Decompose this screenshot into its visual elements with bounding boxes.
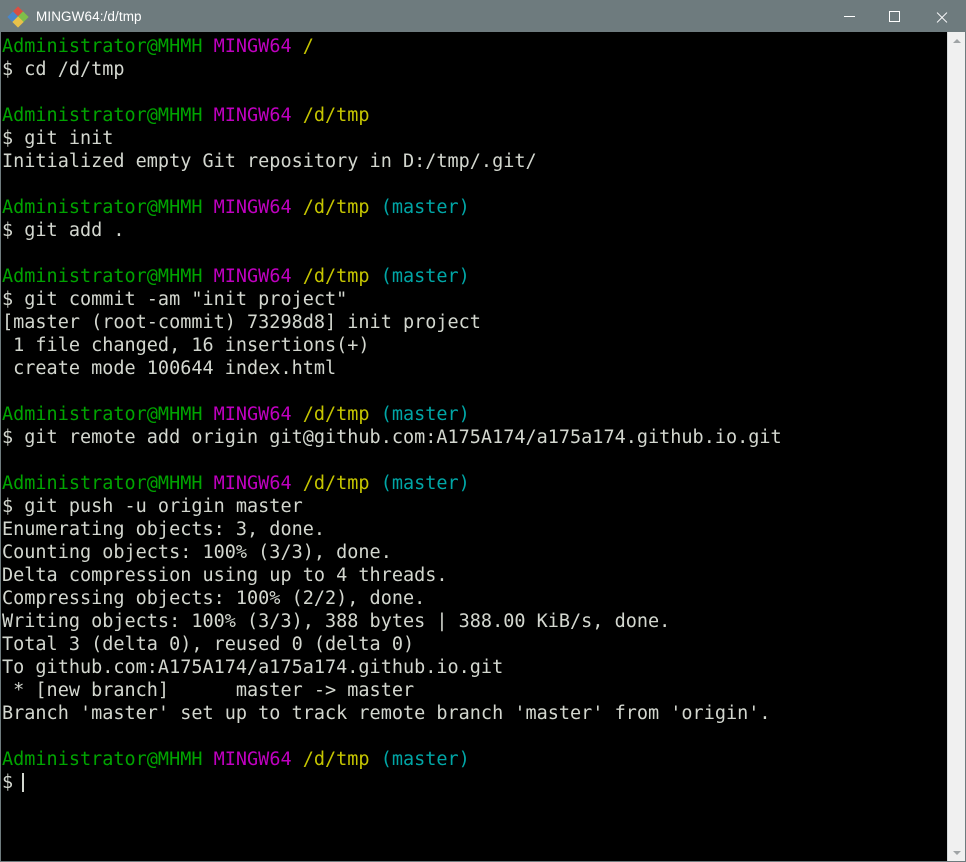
terminal-line: Administrator@MHMH MINGW64 /d/tmp (maste… [2,265,947,288]
terminal-line: Administrator@MHMH MINGW64 /d/tmp (maste… [2,748,947,771]
prompt-path: /d/tmp [302,266,370,287]
terminal-line: $ [2,771,947,794]
terminal-line: $ git commit -am "init project" [2,288,947,311]
prompt-user-host: Administrator@MHMH [2,473,203,494]
terminal-line: Administrator@MHMH MINGW64 /d/tmp (maste… [2,196,947,219]
terminal-command: $ git add . [2,220,125,241]
prompt-user-host: Administrator@MHMH [2,36,203,57]
terminal-output: Writing objects: 100% (3/3), 388 bytes |… [2,611,671,632]
prompt-system: MINGW64 [213,749,292,770]
terminal-output: Compressing objects: 100% (2/2), done. [2,588,426,609]
terminal-line: $ git add . [2,219,947,242]
terminal-line: create mode 100644 index.html [2,357,947,380]
minimize-icon [844,16,855,17]
mingw-diamond-icon [7,5,29,28]
prompt-path: /d/tmp [302,473,370,494]
terminal-output: Total 3 (delta 0), reused 0 (delta 0) [2,634,415,655]
terminal-line: [master (root-commit) 73298d8] init proj… [2,311,947,334]
terminal-line: Initialized empty Git repository in D:/t… [2,150,947,173]
terminal-line: To github.com:A175A174/a175a174.github.i… [2,656,947,679]
terminal-line: * [new branch] master -> master [2,679,947,702]
chevron-up-icon [952,38,961,43]
terminal-line: Administrator@MHMH MINGW64 /d/tmp (maste… [2,472,947,495]
title-bar[interactable]: MINGW64:/d/tmp [1,1,965,32]
prompt-user-host: Administrator@MHMH [2,105,203,126]
chevron-down-icon [952,850,961,855]
terminal-output: To github.com:A175A174/a175a174.github.i… [2,657,504,678]
prompt-user-host: Administrator@MHMH [2,749,203,770]
prompt-user-host: Administrator@MHMH [2,197,203,218]
close-button[interactable] [917,1,965,32]
prompt-system: MINGW64 [213,473,292,494]
minimize-button[interactable] [827,1,872,32]
terminal-output: Enumerating objects: 3, done. [2,519,326,540]
terminal-text: Administrator@MHMH MINGW64 /$ cd /d/tmp … [2,35,947,794]
scroll-up-button[interactable] [948,32,965,49]
prompt-system: MINGW64 [213,266,292,287]
prompt-system: MINGW64 [213,197,292,218]
terminal-command: $ git init [2,128,114,149]
scroll-down-button[interactable] [948,844,965,861]
terminal-line: Delta compression using up to 4 threads. [2,564,947,587]
prompt-path: /d/tmp [302,197,370,218]
terminal-command: $ git commit -am "init project" [2,289,348,310]
terminal-command: $ git push -u origin master [2,496,303,517]
terminal-output: * [new branch] master -> master [2,680,415,701]
terminal-line: Administrator@MHMH MINGW64 /d/tmp (maste… [2,403,947,426]
terminal-output: Branch 'master' set up to track remote b… [2,703,771,724]
mingw64-terminal-window: MINGW64:/d/tmp Administrator@MHMH MINGW6… [0,0,966,862]
close-icon [935,11,947,23]
vertical-scrollbar[interactable] [947,32,965,861]
prompt-git-branch: (master) [380,404,470,425]
prompt-user-host: Administrator@MHMH [2,266,203,287]
terminal-line: $ git init [2,127,947,150]
terminal-line: Compressing objects: 100% (2/2), done. [2,587,947,610]
terminal-line: Total 3 (delta 0), reused 0 (delta 0) [2,633,947,656]
terminal-output: Initialized empty Git repository in D:/t… [2,151,537,172]
window-title: MINGW64:/d/tmp [36,9,142,24]
prompt-system: MINGW64 [213,105,292,126]
prompt-git-branch: (master) [380,197,470,218]
terminal-command: $ cd /d/tmp [2,59,125,80]
terminal-output: Delta compression using up to 4 threads. [2,565,448,586]
terminal-line: Branch 'master' set up to track remote b… [2,702,947,725]
prompt-path: /d/tmp [302,749,370,770]
prompt-system: MINGW64 [213,36,292,57]
text-cursor [22,773,25,792]
terminal-output: [master (root-commit) 73298d8] init proj… [2,312,481,333]
terminal-output: Counting objects: 100% (3/3), done. [2,542,392,563]
terminal-line: $ git push -u origin master [2,495,947,518]
prompt-git-branch: (master) [380,749,470,770]
terminal-screen[interactable]: Administrator@MHMH MINGW64 /$ cd /d/tmp … [1,32,947,861]
terminal-command: $ git remote add origin git@github.com:A… [2,427,782,448]
scrollbar-thumb[interactable] [948,49,965,844]
command-prompt-sigil: $ [2,772,14,793]
terminal-line: Enumerating objects: 3, done. [2,518,947,541]
window-controls [827,1,965,32]
terminal-output: 1 file changed, 16 insertions(+) [2,335,370,356]
terminal-line: Administrator@MHMH MINGW64 /d/tmp [2,104,947,127]
terminal-line: $ cd /d/tmp [2,58,947,81]
prompt-system: MINGW64 [213,404,292,425]
prompt-git-branch: (master) [380,266,470,287]
prompt-path: /d/tmp [302,105,370,126]
prompt-git-branch: (master) [380,473,470,494]
prompt-path: /d/tmp [302,404,370,425]
terminal-line: Counting objects: 100% (3/3), done. [2,541,947,564]
maximize-button[interactable] [872,1,917,32]
prompt-user-host: Administrator@MHMH [2,404,203,425]
maximize-icon [889,11,900,22]
terminal-output: create mode 100644 index.html [2,358,337,379]
terminal-line: 1 file changed, 16 insertions(+) [2,334,947,357]
terminal-line: Writing objects: 100% (3/3), 388 bytes |… [2,610,947,633]
terminal-line: Administrator@MHMH MINGW64 / [2,35,947,58]
prompt-path: / [302,36,314,57]
terminal-line: $ git remote add origin git@github.com:A… [2,426,947,449]
